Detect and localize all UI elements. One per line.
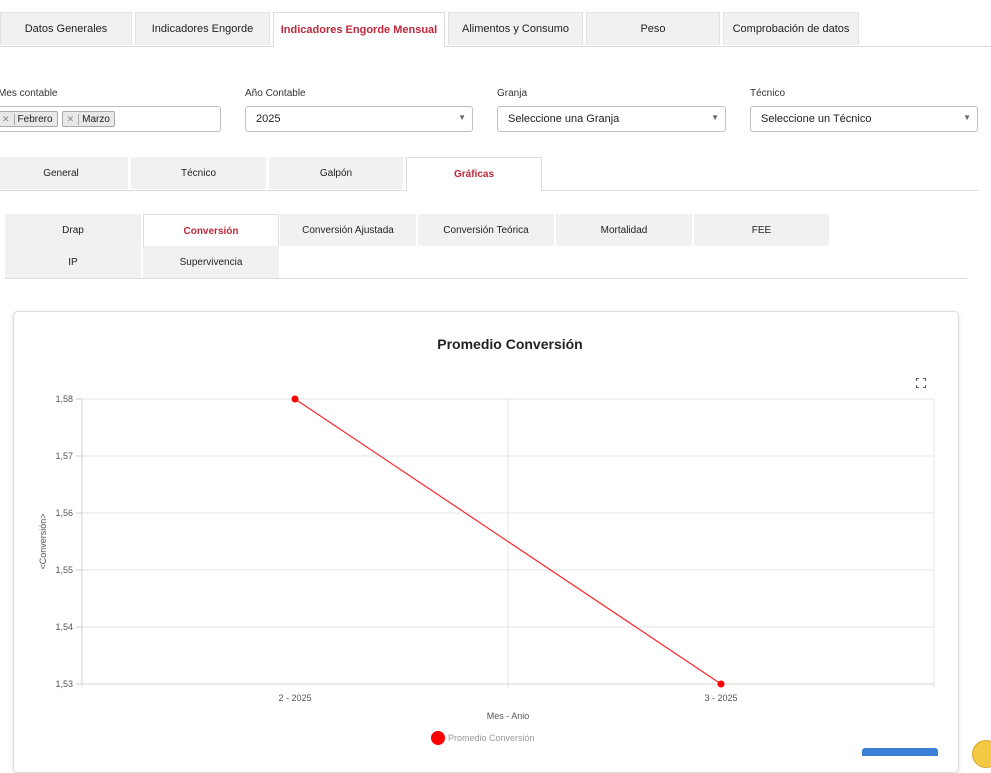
mes-contable-label: Mes contable bbox=[0, 88, 58, 99]
legend-label: Promedio Conversión bbox=[448, 733, 535, 743]
y-tick-label: 1,54 bbox=[55, 622, 73, 632]
section-tab-bar: General Técnico Galpón Gráficas bbox=[0, 157, 979, 191]
main-tab-bar: Datos Generales Indicadores Engorde Indi… bbox=[0, 12, 991, 47]
chevron-down-icon: ▼ bbox=[711, 113, 719, 122]
granja-value: Seleccione una Granja bbox=[508, 113, 620, 125]
legend-marker bbox=[431, 731, 445, 745]
help-bubble-icon[interactable] bbox=[972, 740, 991, 768]
tab-general[interactable]: General bbox=[0, 157, 128, 189]
anio-contable-value: 2025 bbox=[256, 113, 281, 125]
tab-graficas[interactable]: Gráficas bbox=[406, 157, 542, 191]
tab-ip[interactable]: IP bbox=[5, 246, 141, 278]
x-tick-label: 2 - 2025 bbox=[278, 693, 311, 703]
chart-card: Promedio Conversión 1,58 1,57 1,56 1,55 1,54 1… bbox=[13, 311, 959, 773]
y-tick-label: 1,53 bbox=[55, 679, 73, 689]
chip-label: Febrero bbox=[17, 113, 53, 125]
tab-peso[interactable]: Peso bbox=[586, 12, 720, 45]
chip-label: Marzo bbox=[82, 113, 110, 125]
x-tick-label: 3 - 2025 bbox=[704, 693, 737, 703]
tab-supervivencia[interactable]: Supervivencia bbox=[143, 246, 279, 278]
y-tick-label: 1,56 bbox=[55, 508, 73, 518]
bottom-action-button[interactable] bbox=[862, 748, 938, 756]
y-axis-title: <Conversión> bbox=[38, 513, 48, 569]
tab-fee[interactable]: FEE bbox=[694, 214, 829, 246]
tecnico-label: Técnico bbox=[750, 88, 786, 99]
tecnico-value: Seleccione un Técnico bbox=[761, 113, 872, 125]
chip-marzo: ✕ Marzo bbox=[61, 111, 115, 127]
y-tick-label: 1,58 bbox=[55, 394, 73, 404]
chart-title: Promedio Conversión bbox=[437, 336, 582, 352]
granja-select[interactable]: Seleccione una Granja ▼ bbox=[497, 106, 726, 132]
close-icon[interactable]: ✕ bbox=[0, 113, 15, 125]
tab-conversion-teorica[interactable]: Conversión Teórica bbox=[418, 214, 554, 246]
tab-tecnico[interactable]: Técnico bbox=[131, 157, 266, 189]
conversion-line-chart: Promedio Conversión 1,58 1,57 1,56 1,55 1,54 1… bbox=[38, 336, 935, 745]
chevron-down-icon: ▼ bbox=[458, 113, 466, 122]
tab-alimentos-consumo[interactable]: Alimentos y Consumo bbox=[448, 12, 583, 45]
tab-drap[interactable]: Drap bbox=[5, 214, 141, 246]
tab-datos-generales[interactable]: Datos Generales bbox=[0, 12, 132, 45]
tab-indicadores-engorde[interactable]: Indicadores Engorde bbox=[135, 12, 270, 45]
tab-indicadores-engorde-mensual[interactable]: Indicadores Engorde Mensual bbox=[273, 12, 445, 47]
data-point bbox=[717, 680, 725, 688]
x-axis-title: Mes - Anio bbox=[487, 711, 530, 721]
tab-galpon[interactable]: Galpón bbox=[269, 157, 403, 189]
expand-icon[interactable] bbox=[916, 378, 926, 388]
tab-conversion[interactable]: Conversión bbox=[143, 214, 279, 247]
mes-contable-multiselect[interactable]: ✕ Febrero ✕ Marzo bbox=[0, 106, 221, 132]
chip-febrero: ✕ Febrero bbox=[0, 111, 58, 127]
anio-contable-select[interactable]: 2025 ▼ bbox=[245, 106, 473, 132]
tab-comprobacion-datos[interactable]: Comprobación de datos bbox=[723, 12, 859, 45]
tab-conversion-ajustada[interactable]: Conversión Ajustada bbox=[280, 214, 416, 246]
y-tick-label: 1,55 bbox=[55, 565, 73, 575]
close-icon[interactable]: ✕ bbox=[63, 113, 80, 125]
y-tick-label: 1,57 bbox=[55, 451, 73, 461]
chevron-down-icon: ▼ bbox=[963, 113, 971, 122]
anio-contable-label: Año Contable bbox=[245, 88, 306, 99]
granja-label: Granja bbox=[497, 88, 528, 99]
chart-tab-bar: Drap Conversión Conversión Ajustada Conv… bbox=[5, 214, 967, 279]
tab-mortalidad[interactable]: Mortalidad bbox=[556, 214, 692, 246]
data-point bbox=[291, 395, 299, 403]
tecnico-select[interactable]: Seleccione un Técnico ▼ bbox=[750, 106, 978, 132]
